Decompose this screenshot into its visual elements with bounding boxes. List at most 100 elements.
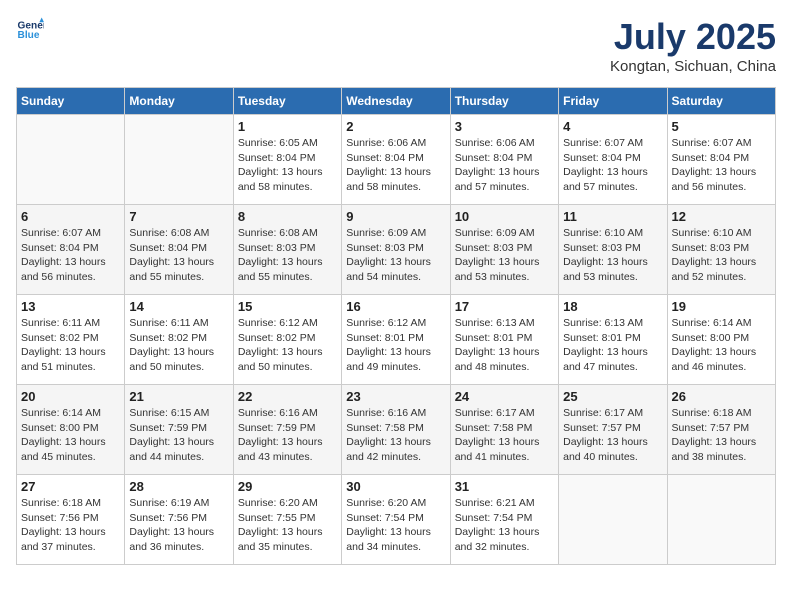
day-number: 29 xyxy=(238,479,337,494)
day-number: 4 xyxy=(563,119,662,134)
day-number: 5 xyxy=(672,119,771,134)
day-number: 31 xyxy=(455,479,554,494)
day-info: Sunrise: 6:06 AMSunset: 8:04 PMDaylight:… xyxy=(455,137,540,193)
calendar-body: 1 Sunrise: 6:05 AMSunset: 8:04 PMDayligh… xyxy=(17,115,776,565)
weekday-thursday: Thursday xyxy=(450,88,558,115)
day-number: 26 xyxy=(672,389,771,404)
logo-icon: General Blue xyxy=(16,16,44,44)
day-cell: 13 Sunrise: 6:11 AMSunset: 8:02 PMDaylig… xyxy=(17,295,125,385)
day-cell: 30 Sunrise: 6:20 AMSunset: 7:54 PMDaylig… xyxy=(342,475,450,565)
day-number: 19 xyxy=(672,299,771,314)
weekday-tuesday: Tuesday xyxy=(233,88,341,115)
weekday-saturday: Saturday xyxy=(667,88,775,115)
day-info: Sunrise: 6:13 AMSunset: 8:01 PMDaylight:… xyxy=(455,317,540,373)
day-info: Sunrise: 6:06 AMSunset: 8:04 PMDaylight:… xyxy=(346,137,431,193)
day-info: Sunrise: 6:10 AMSunset: 8:03 PMDaylight:… xyxy=(672,227,757,283)
day-cell xyxy=(17,115,125,205)
day-cell: 12 Sunrise: 6:10 AMSunset: 8:03 PMDaylig… xyxy=(667,205,775,295)
day-number: 17 xyxy=(455,299,554,314)
week-row-2: 6 Sunrise: 6:07 AMSunset: 8:04 PMDayligh… xyxy=(17,205,776,295)
day-number: 15 xyxy=(238,299,337,314)
day-info: Sunrise: 6:09 AMSunset: 8:03 PMDaylight:… xyxy=(346,227,431,283)
day-info: Sunrise: 6:16 AMSunset: 7:59 PMDaylight:… xyxy=(238,407,323,463)
day-cell: 11 Sunrise: 6:10 AMSunset: 8:03 PMDaylig… xyxy=(559,205,667,295)
day-info: Sunrise: 6:08 AMSunset: 8:03 PMDaylight:… xyxy=(238,227,323,283)
day-info: Sunrise: 6:17 AMSunset: 7:57 PMDaylight:… xyxy=(563,407,648,463)
day-number: 23 xyxy=(346,389,445,404)
day-info: Sunrise: 6:19 AMSunset: 7:56 PMDaylight:… xyxy=(129,497,214,553)
day-cell: 27 Sunrise: 6:18 AMSunset: 7:56 PMDaylig… xyxy=(17,475,125,565)
day-cell: 20 Sunrise: 6:14 AMSunset: 8:00 PMDaylig… xyxy=(17,385,125,475)
calendar-table: SundayMondayTuesdayWednesdayThursdayFrid… xyxy=(16,87,776,565)
week-row-3: 13 Sunrise: 6:11 AMSunset: 8:02 PMDaylig… xyxy=(17,295,776,385)
day-cell: 14 Sunrise: 6:11 AMSunset: 8:02 PMDaylig… xyxy=(125,295,233,385)
day-info: Sunrise: 6:12 AMSunset: 8:02 PMDaylight:… xyxy=(238,317,323,373)
day-cell: 24 Sunrise: 6:17 AMSunset: 7:58 PMDaylig… xyxy=(450,385,558,475)
day-info: Sunrise: 6:05 AMSunset: 8:04 PMDaylight:… xyxy=(238,137,323,193)
day-number: 24 xyxy=(455,389,554,404)
day-cell xyxy=(559,475,667,565)
day-cell: 17 Sunrise: 6:13 AMSunset: 8:01 PMDaylig… xyxy=(450,295,558,385)
day-number: 11 xyxy=(563,209,662,224)
day-info: Sunrise: 6:15 AMSunset: 7:59 PMDaylight:… xyxy=(129,407,214,463)
day-number: 27 xyxy=(21,479,120,494)
day-number: 28 xyxy=(129,479,228,494)
day-cell: 2 Sunrise: 6:06 AMSunset: 8:04 PMDayligh… xyxy=(342,115,450,205)
day-info: Sunrise: 6:14 AMSunset: 8:00 PMDaylight:… xyxy=(672,317,757,373)
day-cell: 19 Sunrise: 6:14 AMSunset: 8:00 PMDaylig… xyxy=(667,295,775,385)
day-number: 2 xyxy=(346,119,445,134)
week-row-4: 20 Sunrise: 6:14 AMSunset: 8:00 PMDaylig… xyxy=(17,385,776,475)
day-cell xyxy=(667,475,775,565)
day-cell: 6 Sunrise: 6:07 AMSunset: 8:04 PMDayligh… xyxy=(17,205,125,295)
day-info: Sunrise: 6:17 AMSunset: 7:58 PMDaylight:… xyxy=(455,407,540,463)
day-number: 21 xyxy=(129,389,228,404)
day-number: 12 xyxy=(672,209,771,224)
weekday-friday: Friday xyxy=(559,88,667,115)
day-cell: 4 Sunrise: 6:07 AMSunset: 8:04 PMDayligh… xyxy=(559,115,667,205)
day-info: Sunrise: 6:14 AMSunset: 8:00 PMDaylight:… xyxy=(21,407,106,463)
day-number: 22 xyxy=(238,389,337,404)
day-info: Sunrise: 6:21 AMSunset: 7:54 PMDaylight:… xyxy=(455,497,540,553)
day-cell: 9 Sunrise: 6:09 AMSunset: 8:03 PMDayligh… xyxy=(342,205,450,295)
day-number: 14 xyxy=(129,299,228,314)
day-number: 25 xyxy=(563,389,662,404)
location: Kongtan, Sichuan, China xyxy=(610,58,776,75)
day-number: 6 xyxy=(21,209,120,224)
week-row-1: 1 Sunrise: 6:05 AMSunset: 8:04 PMDayligh… xyxy=(17,115,776,205)
weekday-wednesday: Wednesday xyxy=(342,88,450,115)
day-number: 1 xyxy=(238,119,337,134)
day-info: Sunrise: 6:10 AMSunset: 8:03 PMDaylight:… xyxy=(563,227,648,283)
weekday-header-row: SundayMondayTuesdayWednesdayThursdayFrid… xyxy=(17,88,776,115)
day-number: 10 xyxy=(455,209,554,224)
day-info: Sunrise: 6:11 AMSunset: 8:02 PMDaylight:… xyxy=(129,317,214,373)
day-cell: 18 Sunrise: 6:13 AMSunset: 8:01 PMDaylig… xyxy=(559,295,667,385)
svg-text:Blue: Blue xyxy=(18,30,40,41)
day-cell: 31 Sunrise: 6:21 AMSunset: 7:54 PMDaylig… xyxy=(450,475,558,565)
day-cell: 1 Sunrise: 6:05 AMSunset: 8:04 PMDayligh… xyxy=(233,115,341,205)
day-cell: 3 Sunrise: 6:06 AMSunset: 8:04 PMDayligh… xyxy=(450,115,558,205)
day-info: Sunrise: 6:20 AMSunset: 7:54 PMDaylight:… xyxy=(346,497,431,553)
day-cell xyxy=(125,115,233,205)
day-cell: 25 Sunrise: 6:17 AMSunset: 7:57 PMDaylig… xyxy=(559,385,667,475)
day-number: 30 xyxy=(346,479,445,494)
day-info: Sunrise: 6:18 AMSunset: 7:56 PMDaylight:… xyxy=(21,497,106,553)
day-cell: 21 Sunrise: 6:15 AMSunset: 7:59 PMDaylig… xyxy=(125,385,233,475)
day-number: 13 xyxy=(21,299,120,314)
day-info: Sunrise: 6:13 AMSunset: 8:01 PMDaylight:… xyxy=(563,317,648,373)
weekday-monday: Monday xyxy=(125,88,233,115)
day-cell: 10 Sunrise: 6:09 AMSunset: 8:03 PMDaylig… xyxy=(450,205,558,295)
day-info: Sunrise: 6:08 AMSunset: 8:04 PMDaylight:… xyxy=(129,227,214,283)
day-info: Sunrise: 6:12 AMSunset: 8:01 PMDaylight:… xyxy=(346,317,431,373)
day-cell: 22 Sunrise: 6:16 AMSunset: 7:59 PMDaylig… xyxy=(233,385,341,475)
logo: General Blue xyxy=(16,16,44,44)
day-number: 3 xyxy=(455,119,554,134)
week-row-5: 27 Sunrise: 6:18 AMSunset: 7:56 PMDaylig… xyxy=(17,475,776,565)
day-cell: 5 Sunrise: 6:07 AMSunset: 8:04 PMDayligh… xyxy=(667,115,775,205)
day-number: 9 xyxy=(346,209,445,224)
day-cell: 26 Sunrise: 6:18 AMSunset: 7:57 PMDaylig… xyxy=(667,385,775,475)
day-number: 20 xyxy=(21,389,120,404)
day-number: 18 xyxy=(563,299,662,314)
day-number: 8 xyxy=(238,209,337,224)
day-info: Sunrise: 6:09 AMSunset: 8:03 PMDaylight:… xyxy=(455,227,540,283)
page-header: General Blue July 2025 Kongtan, Sichuan,… xyxy=(16,16,776,75)
